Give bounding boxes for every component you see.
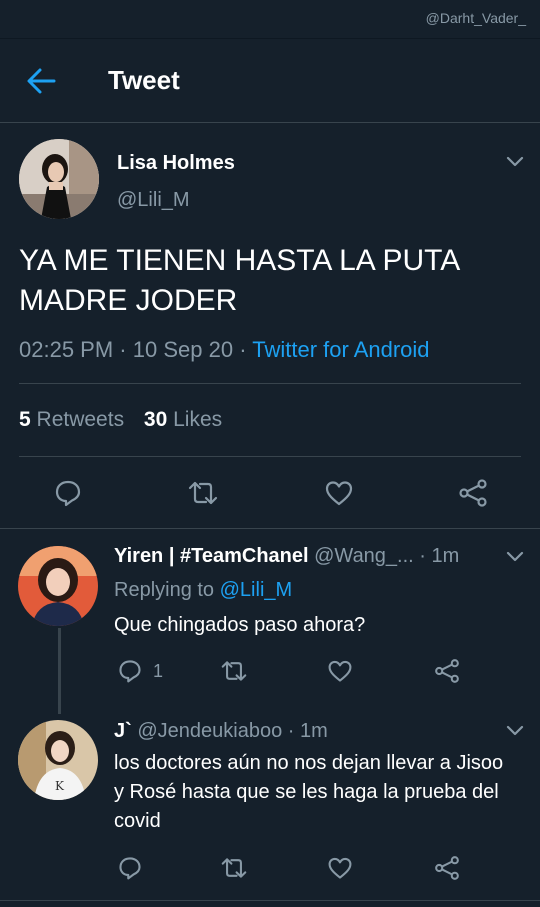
header: Tweet <box>0 40 540 123</box>
main-tweet: Lisa Holmes @Lili_M YA ME TIENEN HASTA L… <box>0 123 540 529</box>
avatar[interactable] <box>18 546 98 626</box>
chevron-down-icon[interactable] <box>505 550 525 564</box>
retweet-icon[interactable] <box>220 658 248 684</box>
meta-separator: · <box>419 545 432 567</box>
reply-author-name[interactable]: J` <box>114 720 132 742</box>
chevron-down-icon[interactable] <box>505 155 525 169</box>
reply-icon[interactable] <box>53 478 83 508</box>
reply-icon[interactable] <box>117 855 143 881</box>
avatar[interactable] <box>19 139 99 219</box>
tweet-time: 02:25 PM <box>19 337 114 362</box>
author-name[interactable]: Lisa Holmes <box>117 152 235 175</box>
reply-time: 1m <box>300 720 328 742</box>
reply-count: 1 <box>153 661 164 681</box>
reply-author-name[interactable]: Yiren | #TeamChanel <box>114 545 309 567</box>
avatar[interactable]: K <box>18 720 98 800</box>
retweets-label: Retweets <box>36 408 125 431</box>
tweet-date: 10 Sep 20 <box>132 337 234 362</box>
reply-author-handle[interactable]: @Jendeukiaboo <box>137 720 282 742</box>
status-divider <box>0 38 540 39</box>
tweet-meta: 02:25 PM · 10 Sep 20 · Twitter for Andro… <box>19 337 430 363</box>
reply-icon[interactable] <box>117 658 143 684</box>
divider <box>19 456 521 457</box>
chevron-down-icon[interactable] <box>505 724 525 738</box>
meta-separator: · <box>282 720 300 742</box>
divider <box>0 900 540 901</box>
tweet-text: YA ME TIENEN HASTA LA PUTA MADRE JODER <box>19 244 459 317</box>
share-icon[interactable] <box>458 478 488 508</box>
tweet-stats: 5 Retweets 30 Likes <box>19 408 222 432</box>
share-icon[interactable] <box>434 658 460 684</box>
replying-to: Replying to @Lili_M <box>114 579 292 602</box>
likes-count: 30 <box>143 408 168 431</box>
reply-header: Yiren | #TeamChanel @Wang_... · 1m <box>114 545 459 568</box>
reply-author-handle[interactable]: @Wang_... <box>314 545 414 567</box>
heart-icon[interactable] <box>327 855 353 881</box>
reply-header: J` @Jendeukiaboo · 1m <box>114 720 328 743</box>
tweet-actions <box>0 471 540 511</box>
reply-text: los doctores aún no nos dejan llevar a J… <box>114 752 504 832</box>
arrow-left-icon[interactable] <box>24 64 58 98</box>
replying-to-label: Replying to <box>114 579 215 601</box>
likes-stat[interactable]: 30 Likes <box>144 408 222 431</box>
retweets-stat[interactable]: 5 Retweets <box>19 408 124 431</box>
retweet-icon[interactable] <box>220 855 248 881</box>
heart-icon[interactable] <box>327 658 353 684</box>
meta-separator: · <box>239 337 253 362</box>
tweet-source-link[interactable]: Twitter for Android <box>252 337 429 362</box>
retweet-icon[interactable] <box>187 478 219 508</box>
thread-connector <box>58 628 61 714</box>
replying-to-handle[interactable]: @Lili_M <box>220 579 293 601</box>
heart-icon[interactable] <box>324 478 354 508</box>
page-title: Tweet <box>108 65 180 95</box>
reply-text: Que chingados paso ahora? <box>114 614 366 636</box>
likes-label: Likes <box>173 408 223 431</box>
svg-text:K: K <box>55 779 65 793</box>
divider <box>19 383 521 384</box>
reply-time: 1m <box>431 545 460 567</box>
retweets-count: 5 <box>19 408 31 431</box>
meta-separator: · <box>119 337 133 362</box>
watermark: @Darht_Vader_ <box>425 10 526 26</box>
author-handle[interactable]: @Lili_M <box>117 189 190 212</box>
share-icon[interactable] <box>434 855 460 881</box>
